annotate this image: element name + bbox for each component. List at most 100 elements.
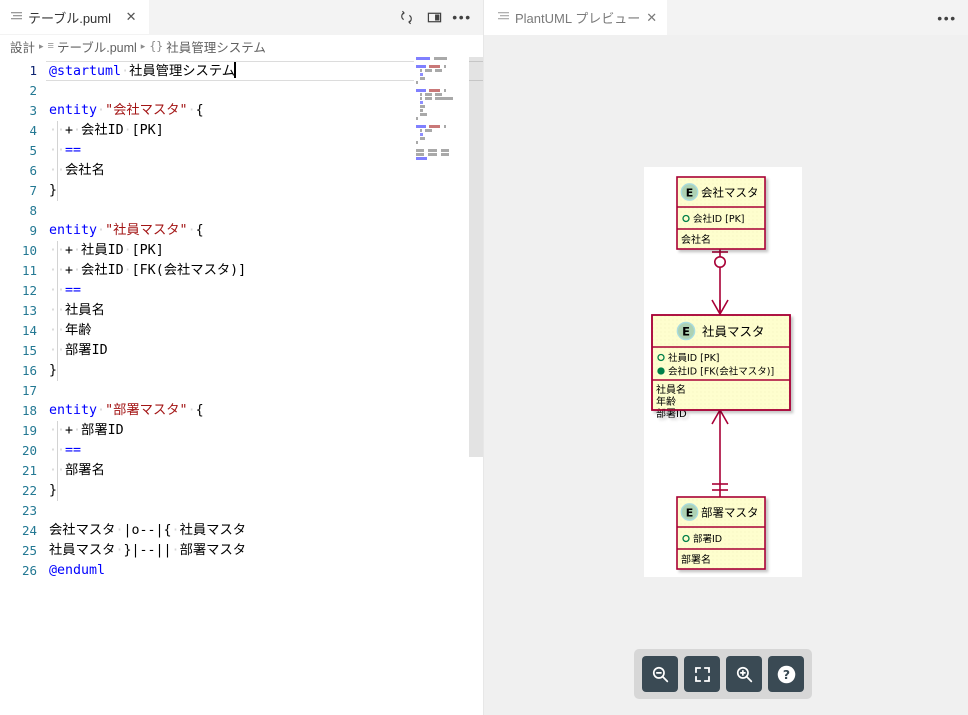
minimap-token [443, 65, 446, 68]
minimap-token [420, 101, 424, 104]
minimap-line [414, 121, 469, 124]
close-icon[interactable]: ✕ [123, 9, 139, 25]
minimap-token [420, 133, 424, 136]
close-icon[interactable]: ✕ [646, 10, 657, 26]
minimap-line [414, 97, 469, 100]
help-button[interactable]: ? [768, 656, 804, 692]
code-token: + [65, 123, 74, 138]
minimap-token [416, 113, 419, 116]
line-number: 19 [21, 423, 37, 438]
entity-title: 部署マスタ [701, 506, 759, 520]
minimap-line [414, 85, 469, 88]
relation-employee-to-department [711, 409, 729, 497]
minimap-line [414, 65, 469, 68]
minimap-line [414, 113, 469, 116]
minimap-token [425, 93, 432, 96]
editor-tabbar-actions: ••• [393, 0, 483, 34]
minimap-token [443, 125, 446, 128]
minimap-token [441, 65, 443, 68]
code-token: · [171, 543, 180, 558]
editor-tabbar: テーブル.puml ✕ ••• [0, 0, 483, 35]
preview-canvas[interactable]: E 会社マスタ 会社ID [PK] 会社名 E 社員マスタ 社員ID [PK] … [484, 35, 968, 715]
question-mark-icon: ? [776, 664, 797, 685]
zoom-in-button[interactable] [726, 656, 762, 692]
minimap-token [416, 97, 419, 100]
breadcrumb-separator: ▸ [140, 40, 146, 51]
entity-employee-master[interactable]: E 社員マスタ 社員ID [PK] 会社ID [FK(会社マスタ)] 社員名 年… [651, 314, 791, 420]
entity-key: 会社ID [FK(会社マスタ)] [668, 366, 774, 378]
minimap[interactable] [414, 57, 469, 715]
minimap-token [416, 105, 419, 108]
minimap-token [416, 73, 419, 76]
minimap-token [431, 57, 433, 60]
minimap-token [420, 105, 425, 108]
minimap-token [425, 153, 427, 156]
split-editor-right-icon[interactable] [421, 4, 447, 30]
minimap-line [414, 89, 469, 92]
zoom-out-button[interactable] [642, 656, 678, 692]
minimap-token [420, 109, 424, 112]
relation-company-to-employee [711, 249, 729, 315]
minimap-token [416, 101, 419, 104]
code-token: entity [49, 223, 98, 238]
line-number: 21 [21, 463, 37, 478]
entity-department-master[interactable]: E 部署マスタ 部署ID 部署名 [676, 496, 766, 570]
code-token: · [73, 123, 82, 138]
preview-tabbar: PlantUML プレビュー ✕ ••• [484, 0, 968, 35]
editor-scrollbar[interactable] [469, 57, 483, 715]
breadcrumb-label: 社員管理システム [166, 40, 266, 55]
editor-group: テーブル.puml ✕ ••• 設計 ▸ ≡ テーブル.puml ▸ {} 社員… [0, 0, 484, 715]
code-token: · [123, 123, 132, 138]
minimap-token [429, 89, 441, 92]
minimap-line [414, 129, 469, 132]
minimap-token [416, 157, 428, 160]
sync-changes-icon[interactable] [393, 4, 419, 30]
minimap-token [423, 129, 425, 132]
code-token: · [97, 103, 106, 118]
zoom-out-icon [651, 665, 670, 684]
preview-more-actions-icon[interactable]: ••• [934, 5, 960, 31]
code-token: [FK(会社マスタ)] [131, 263, 247, 278]
breadcrumb-item-0[interactable]: 設計 [10, 37, 35, 56]
breadcrumb-item-2[interactable]: {} 社員管理システム [149, 37, 266, 56]
code-token: == [65, 443, 82, 458]
code-token: 社員ID [81, 243, 124, 258]
preview-floating-toolbar: ? [634, 649, 812, 699]
code-token: } [49, 483, 58, 498]
file-code-icon: ≡ [47, 40, 54, 52]
breadcrumb-item-1[interactable]: ≡ テーブル.puml [48, 37, 137, 56]
minimap-token [427, 149, 438, 152]
minimap-token [420, 73, 424, 76]
code-token: · [187, 223, 196, 238]
minimap-token [420, 77, 425, 80]
entity-title: 社員マスタ [702, 324, 765, 339]
code-token: 部署名 [65, 463, 105, 478]
minimap-token [441, 89, 443, 92]
minimap-token [416, 81, 418, 84]
fit-to-screen-button[interactable] [684, 656, 720, 692]
code-token: · [73, 263, 82, 278]
code-editor[interactable]: 1 2 3 4 5 6 7 8 9 10 11 12 13 14 15 16 17 18 19 20 21 22 23 24 2… [0, 57, 483, 715]
tab-plantuml-preview[interactable]: PlantUML プレビュー ✕ [484, 0, 668, 35]
minimap-line [414, 125, 469, 128]
code-token: 社員名 [65, 303, 105, 318]
editor-more-actions-icon[interactable]: ••• [449, 4, 475, 30]
minimap-token [416, 65, 426, 68]
entity-field: 部署名 [681, 553, 711, 566]
code-token: { [195, 103, 204, 118]
entity-key: 会社ID [PK] [693, 213, 745, 225]
minimap-token [420, 129, 422, 132]
scrollbar-thumb[interactable] [469, 57, 483, 457]
entity-company-master[interactable]: E 会社マスタ 会社ID [PK] 会社名 [676, 176, 766, 250]
code-token: · [187, 403, 196, 418]
code-token: · [171, 523, 180, 538]
tab-label: PlantUML プレビュー [515, 11, 641, 26]
preview-tabbar-actions: ••• [934, 0, 968, 35]
code-token: 会社名 [65, 163, 105, 178]
minimap-line [414, 105, 469, 108]
file-preview-icon [498, 11, 509, 25]
minimap-token [427, 65, 429, 68]
code-token: + [65, 243, 74, 258]
minimap-token [416, 57, 431, 60]
tab-table-puml[interactable]: テーブル.puml ✕ [0, 0, 151, 34]
